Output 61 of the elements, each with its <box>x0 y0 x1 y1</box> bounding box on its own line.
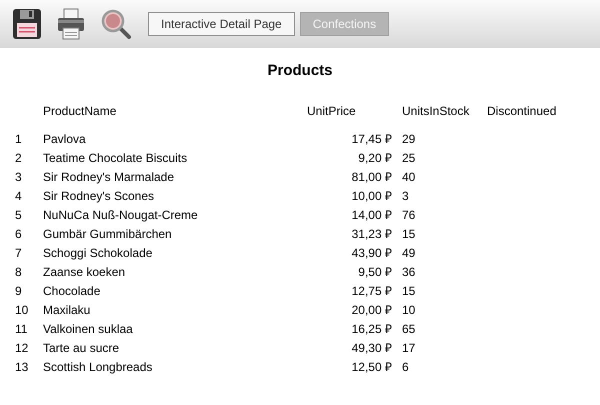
product-name-cell-text: Scottish Longbreads <box>43 359 154 376</box>
row-number: 5 <box>15 207 23 224</box>
product-name-cell-text: Zaanse koeken <box>43 264 126 281</box>
row-number: 12 <box>15 340 30 357</box>
units-in-stock-cell-text: 6 <box>401 359 410 376</box>
row-number: 10 <box>15 302 30 319</box>
row-number: 3 <box>15 169 23 186</box>
unit-price-cell-text: 14,00 ₽ <box>350 207 392 224</box>
units-in-stock-cell-text: 40 <box>401 169 416 186</box>
units-in-stock-cell-text: 49 <box>401 245 416 262</box>
unit-price-cell-text: 10,00 ₽ <box>350 188 392 205</box>
unit-price-cell-text: 49,30 ₽ <box>350 340 392 357</box>
product-name-cell-text: Gumbär Gummibärchen <box>43 226 173 243</box>
row-number: 2 <box>15 150 23 167</box>
search-icon[interactable] <box>100 8 132 40</box>
product-name-cell-text: Teatime Chocolate Biscuits <box>43 150 188 167</box>
row-number: 9 <box>15 283 23 300</box>
units-in-stock-cell-text: 29 <box>401 131 416 148</box>
unit-price-cell-text: 16,25 ₽ <box>350 321 392 338</box>
product-name-cell-text: Tarte au sucre <box>43 340 120 357</box>
column-header: Discontinued <box>487 102 558 120</box>
column-header: ProductName <box>43 102 118 120</box>
printer-icon[interactable] <box>56 8 86 40</box>
unit-price-cell-text: 17,45 ₽ <box>350 131 392 148</box>
unit-price-cell-text: 12,75 ₽ <box>350 283 392 300</box>
row-number: 11 <box>15 321 28 338</box>
units-in-stock-cell-text: 10 <box>401 302 416 319</box>
row-number: 4 <box>15 188 23 205</box>
unit-price-cell-text: 9,20 ₽ <box>357 150 392 167</box>
product-name-cell-text: Maxilaku <box>43 302 92 319</box>
units-in-stock-cell-text: 15 <box>401 283 416 300</box>
product-name-cell-text: Valkoinen suklaa <box>43 321 134 338</box>
unit-price-cell-text: 81,00 ₽ <box>350 169 392 186</box>
product-name-cell-text: Sir Rodney's Scones <box>43 188 156 205</box>
units-in-stock-cell-text: 36 <box>401 264 416 281</box>
row-number: 8 <box>15 264 23 281</box>
unit-price-cell-text: 20,00 ₽ <box>350 302 392 319</box>
unit-price-cell-text: 9,50 ₽ <box>357 264 392 281</box>
units-in-stock-cell-text: 3 <box>401 188 410 205</box>
row-number: 13 <box>15 359 30 376</box>
unit-price-cell-text: 43,90 ₽ <box>350 245 392 262</box>
column-header: UnitsInStock <box>401 102 470 120</box>
product-name-cell-text: NuNuCa Nuß-Nougat-Creme <box>43 207 199 224</box>
row-number: 6 <box>15 226 23 243</box>
report-title: Products <box>267 61 332 81</box>
breadcrumb-button[interactable]: Interactive Detail Page <box>148 12 295 36</box>
save-icon[interactable] <box>12 8 42 40</box>
units-in-stock-cell-text: 25 <box>401 150 416 167</box>
product-name-cell-text: Chocolade <box>43 283 102 300</box>
units-in-stock-cell-text: 15 <box>401 226 416 243</box>
unit-price-cell-text: 31,23 ₽ <box>350 226 392 243</box>
row-number: 1 <box>15 131 23 148</box>
product-name-cell-text: Pavlova <box>43 131 87 148</box>
unit-price-cell-text: 12,50 ₽ <box>350 359 392 376</box>
units-in-stock-cell-text: 76 <box>401 207 416 224</box>
row-number: 7 <box>15 245 23 262</box>
units-in-stock-cell-text: 65 <box>401 321 416 338</box>
column-header: UnitPrice <box>307 102 357 120</box>
product-name-cell-text: Schoggi Schokolade <box>43 245 154 262</box>
units-in-stock-cell-text: 17 <box>401 340 416 357</box>
product-name-cell-text: Sir Rodney's Marmalade <box>43 169 176 186</box>
